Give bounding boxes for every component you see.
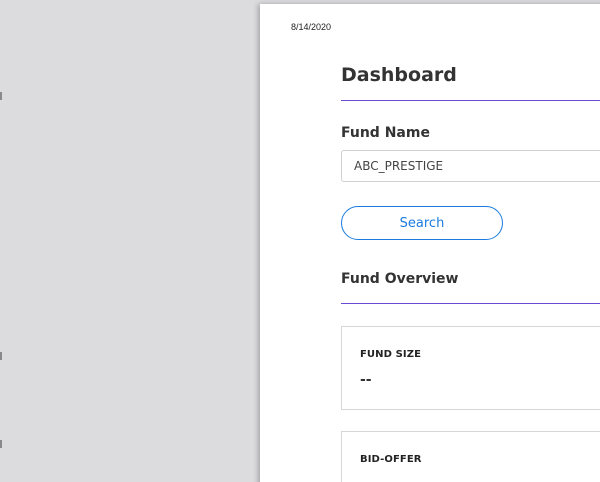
fund-name-input[interactable]	[341, 150, 600, 182]
fund-name-label: Fund Name	[341, 125, 430, 141]
document-page: 8/14/2020 Dashboard Fund Name Search Fun…	[260, 4, 600, 482]
edge-marker	[0, 440, 2, 448]
overview-divider	[341, 303, 600, 304]
title-divider	[341, 100, 600, 101]
edge-marker	[0, 92, 2, 100]
print-preview-viewer: 8/14/2020 Dashboard Fund Name Search Fun…	[0, 0, 600, 482]
edge-marker	[0, 352, 2, 360]
bid-offer-label: BID-OFFER	[360, 454, 422, 465]
print-date: 8/14/2020	[291, 22, 332, 32]
search-button[interactable]: Search	[341, 206, 503, 240]
fund-size-card: FUND SIZE --	[341, 326, 600, 410]
fund-overview-title: Fund Overview	[341, 271, 459, 287]
page-title: Dashboard	[341, 64, 457, 86]
fund-size-label: FUND SIZE	[360, 349, 422, 360]
fund-size-value: --	[360, 372, 372, 388]
bid-offer-card: BID-OFFER	[341, 431, 600, 482]
